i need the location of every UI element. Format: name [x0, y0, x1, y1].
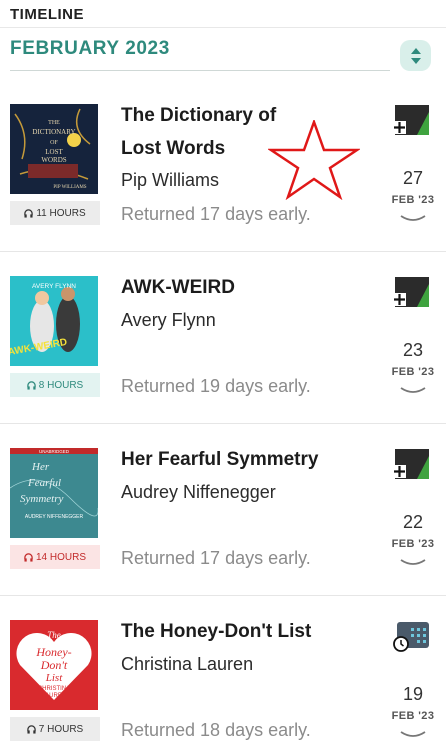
timeline-item[interactable]: UNABRIDGED Her Fearful Symmetry AUDREY N… [0, 424, 446, 596]
timeline-item[interactable]: THE DICTIONARY OF LOST WORDS PIP WILLIAM… [0, 80, 446, 252]
calendar-clock-icon[interactable] [393, 620, 431, 652]
star-annotation-icon [268, 120, 360, 200]
book-cover[interactable]: THE DICTIONARY OF LOST WORDS PIP WILLIAM… [10, 104, 98, 194]
plus-tag-icon[interactable] [393, 104, 431, 136]
return-month-year: FEB '23 [391, 538, 435, 550]
return-day: 19 [402, 684, 424, 704]
chevron-down-icon[interactable] [399, 386, 427, 396]
cover-text: CHRISTINA [38, 686, 70, 692]
cover-text: Symmetry [20, 493, 63, 505]
return-note: Returned 17 days early. [121, 548, 311, 568]
return-month-year: FEB '23 [391, 710, 435, 722]
plus-tag-icon[interactable] [393, 448, 431, 480]
duration-badge: 7 HOURS [10, 717, 100, 741]
chevron-down-icon[interactable] [399, 214, 427, 224]
sort-button[interactable] [400, 40, 431, 71]
chevron-down-icon[interactable] [399, 558, 427, 568]
book-cover[interactable]: The Honey- Don't List CHRISTINA LAUREN [10, 620, 98, 710]
book-author[interactable]: Audrey Niffenegger [121, 482, 276, 503]
timeline-item[interactable]: The Honey- Don't List CHRISTINA LAUREN 7… [0, 596, 446, 756]
cover-text: Don't [40, 658, 68, 672]
cover-text: PIP WILLIAMS [53, 185, 86, 190]
chevron-down-icon[interactable] [399, 730, 427, 740]
duration-badge: 8 HOURS [10, 373, 100, 397]
headphones-icon [27, 724, 36, 734]
cover-text: LAUREN [42, 693, 66, 699]
timeline-item[interactable]: AVERY FLYNN AWK-WEIRD 8 HOURS AWK-WEIRD … [0, 252, 446, 424]
month-divider [10, 70, 390, 71]
duration-text: 8 HOURS [38, 379, 84, 391]
cover-text: LOST [45, 148, 63, 156]
book-author[interactable]: Christina Lauren [121, 654, 253, 675]
cover-text: The [47, 630, 61, 640]
book-title[interactable]: The Dictionary of [121, 99, 276, 132]
cover-text: WORDS [41, 156, 66, 164]
return-note: Returned 17 days early. [121, 204, 311, 224]
cover-art: AVERY FLYNN AWK-WEIRD [10, 276, 98, 366]
return-day: 27 [402, 168, 424, 188]
duration-badge: 11 HOURS [10, 201, 100, 225]
month-label: FEBRUARY 2023 [10, 38, 170, 59]
headphones-icon [24, 552, 33, 562]
cover-text: UNABRIDGED [39, 449, 70, 454]
headphones-icon [27, 380, 36, 390]
month-header: FEBRUARY 2023 [0, 30, 446, 80]
sort-updown-icon [410, 47, 421, 64]
book-title[interactable]: The Honey-Don't List [121, 615, 311, 648]
cover-text: AVERY FLYNN [32, 283, 76, 290]
return-day: 23 [402, 340, 424, 360]
cover-art: THE DICTIONARY OF LOST WORDS PIP WILLIAM… [10, 104, 98, 194]
cover-text: Honey- [35, 645, 71, 659]
book-author[interactable]: Avery Flynn [121, 310, 216, 331]
cover-text: Fearful [27, 477, 61, 489]
duration-badge: 14 HOURS [10, 545, 100, 569]
top-bar: TIMELINE [0, 0, 446, 28]
cover-text: DICTIONARY [32, 128, 75, 136]
return-month-year: FEB '23 [391, 194, 435, 206]
book-cover[interactable]: UNABRIDGED Her Fearful Symmetry AUDREY N… [10, 448, 98, 538]
return-month-year: FEB '23 [391, 366, 435, 378]
cover-text: Her [31, 461, 50, 473]
cover-art: The Honey- Don't List CHRISTINA LAUREN [10, 620, 98, 710]
cover-text: THE [48, 120, 60, 126]
duration-text: 14 HOURS [35, 551, 86, 563]
cover-text: AUDREY NIFFENEGGER [25, 514, 84, 520]
return-note: Returned 19 days early. [121, 376, 311, 396]
duration-text: 7 HOURS [38, 723, 84, 735]
cover-text: List [45, 672, 63, 684]
cover-art: UNABRIDGED Her Fearful Symmetry AUDREY N… [10, 448, 98, 538]
book-cover[interactable]: AVERY FLYNN AWK-WEIRD [10, 276, 98, 366]
book-title[interactable]: AWK-WEIRD [121, 271, 235, 304]
book-author[interactable]: Pip Williams [121, 170, 219, 191]
headphones-icon [24, 208, 34, 218]
page-title: TIMELINE [10, 6, 84, 23]
plus-tag-icon[interactable] [393, 276, 431, 308]
cover-text: OF [50, 140, 58, 146]
book-title-line2[interactable]: Lost Words [121, 132, 225, 165]
duration-text: 11 HOURS [36, 207, 86, 219]
return-note: Returned 18 days early. [121, 720, 311, 740]
book-title[interactable]: Her Fearful Symmetry [121, 443, 318, 476]
return-day: 22 [402, 512, 424, 532]
